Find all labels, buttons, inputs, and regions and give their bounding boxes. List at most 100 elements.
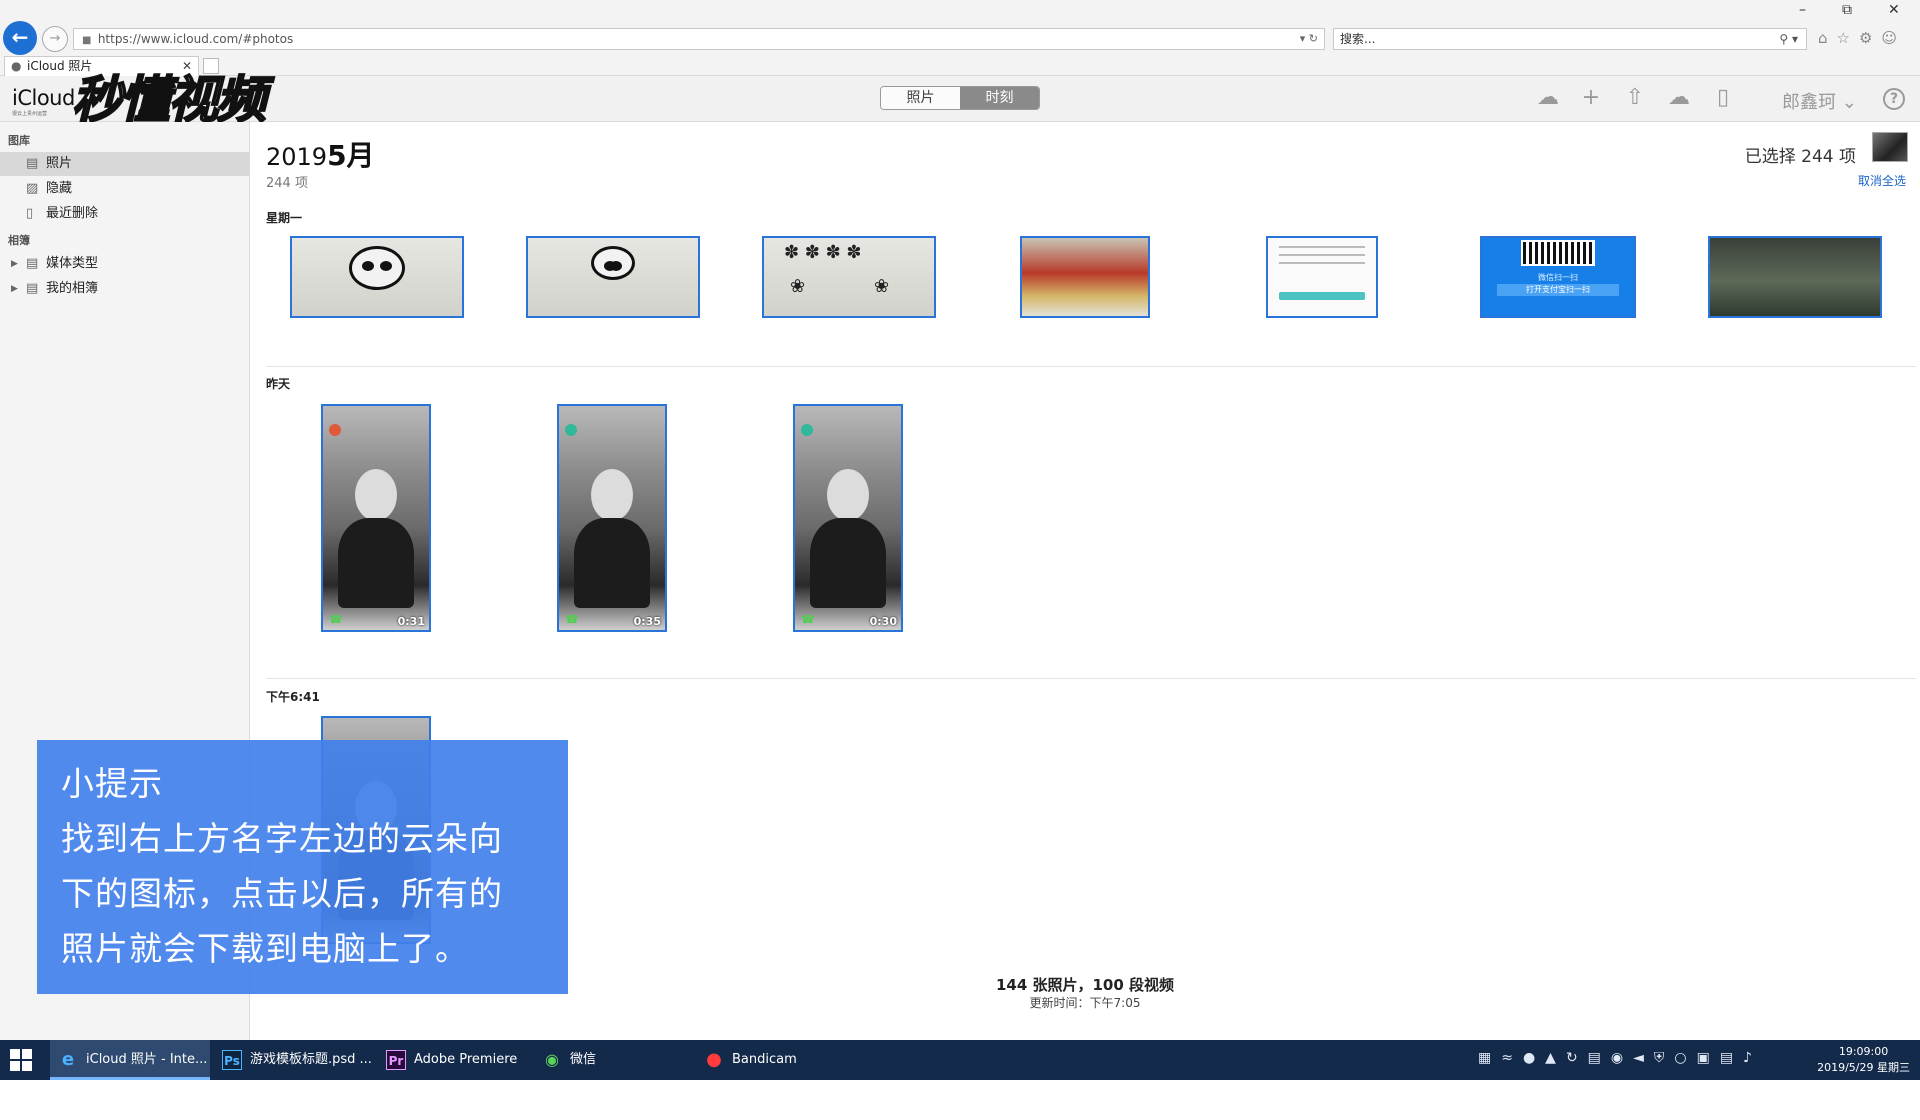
trash-icon[interactable]: ▯ xyxy=(1708,84,1738,114)
photo-thumbnail[interactable] xyxy=(1020,236,1150,318)
minimize-button[interactable]: – xyxy=(1799,2,1806,18)
photo-thumbnail[interactable] xyxy=(526,236,700,318)
updated-time: 更新时间：下午7:05 xyxy=(1029,996,1141,1010)
face-image xyxy=(355,468,397,521)
system-tray-icons[interactable]: ▦≈●▲↻▤◉◄⛨○▣▤♪ xyxy=(1478,1050,1762,1066)
body-image xyxy=(573,518,651,608)
sidebar-item-hidden[interactable]: ▨ 隐藏 xyxy=(0,177,249,201)
video-duration: 0:35 xyxy=(633,615,661,628)
face-image xyxy=(591,468,633,521)
tab-moments[interactable]: 时刻 xyxy=(960,87,1039,109)
photo-thumbnail[interactable] xyxy=(290,236,464,318)
photo-thumbnail[interactable] xyxy=(1266,236,1378,318)
system-clock[interactable]: 19:09:00 2019/5/29 星期三 xyxy=(1817,1044,1910,1076)
sidebar-item-media-types[interactable]: ▶ ▤ 媒体类型 xyxy=(0,252,249,276)
download-cloud-icon[interactable]: ☁ xyxy=(1664,84,1694,114)
panda-meme-image xyxy=(591,246,635,280)
tip-line: 找到右上方名字左边的云朵向 xyxy=(61,819,503,858)
text-line xyxy=(1278,254,1366,256)
share-icon[interactable]: ⇧ xyxy=(1620,84,1650,114)
section-divider xyxy=(266,366,1916,367)
wechat-icon: ◉ xyxy=(545,1050,559,1069)
taskbar-item-bandicam[interactable]: ● Bandicam xyxy=(696,1040,852,1080)
month-year: 2019 xyxy=(266,143,328,171)
trash-icon: ▯ xyxy=(26,206,34,221)
section-label-monday: 星期一 xyxy=(266,211,303,225)
taskbar-item-premiere[interactable]: Pr Adobe Premiere ... xyxy=(378,1040,530,1107)
windows-start-icon[interactable] xyxy=(10,1049,32,1071)
disclosure-triangle-icon[interactable]: ▶ xyxy=(11,277,18,301)
doc-button-image xyxy=(1278,292,1366,300)
address-bar[interactable]: ■ https://www.icloud.com/#photos ▾ ↻ xyxy=(73,28,1325,50)
sidebar-item-recently-deleted[interactable]: ▯ 最近删除 xyxy=(0,202,249,226)
ie-icon: e xyxy=(61,1049,75,1070)
taskbar-item-label: 微信 xyxy=(570,1052,597,1067)
tab-photos[interactable]: 照片 xyxy=(881,87,960,109)
sidebar-library-heading: 图库 xyxy=(8,134,30,147)
apple-icon: ● xyxy=(11,59,22,73)
search-icon[interactable]: ⚲ ▾ xyxy=(1779,29,1798,49)
page-title: 20195月 xyxy=(266,134,375,174)
section-label-time: 下午6:41 xyxy=(266,690,320,704)
app-badge-icon xyxy=(801,424,813,436)
app-badge-icon xyxy=(329,424,341,436)
sidebar-item-label: 我的相簿 xyxy=(46,281,99,296)
clock-date: 2019/5/29 星期三 xyxy=(1817,1061,1910,1074)
photo-thumbnail[interactable] xyxy=(1708,236,1882,318)
video-watermark: 秒懂视频 xyxy=(71,70,267,130)
photo-thumbnail[interactable]: ✽ ✽ ✽ ✽ ❀ ❀ xyxy=(762,236,936,318)
face-image xyxy=(827,468,869,521)
alipay-caption: 打开支付宝扫一扫 xyxy=(1497,284,1619,296)
video-duration: 0:31 xyxy=(397,615,425,628)
taskbar-item-photoshop[interactable]: Ps 游戏模板标题.psd ... xyxy=(214,1040,374,1080)
sidebar-item-label: 媒体类型 xyxy=(46,256,99,271)
text-line xyxy=(1278,246,1366,248)
add-icon[interactable]: + xyxy=(1576,84,1606,114)
taskbar-item-wechat[interactable]: ◉ 微信 xyxy=(534,1040,664,1080)
sidebar-item-my-albums[interactable]: ▶ ▤ 我的相簿 xyxy=(0,277,249,301)
photoshop-icon: Ps xyxy=(222,1050,242,1070)
clock-time: 19:09:00 xyxy=(1838,1045,1889,1058)
app-header: iCloud 很云上贵州运营 秒懂视频 照片 时刻 ☁ + ⇧ ☁ ▯ 郎鑫珂 … xyxy=(0,70,1920,130)
sidebar-albums-heading: 相簿 xyxy=(8,234,30,247)
sidebar-item-photos[interactable]: ▤ 照片 xyxy=(0,152,249,176)
search-placeholder: 搜索... xyxy=(1340,32,1376,46)
restore-button[interactable]: ⧉ xyxy=(1842,2,1852,18)
icloud-logo[interactable]: iCloud xyxy=(12,86,75,110)
user-name-menu[interactable]: 郎鑫珂 ⌄ xyxy=(1782,88,1857,114)
taskbar: e iCloud 照片 - Inte... Ps 游戏模板标题.psd ... … xyxy=(0,1040,1920,1107)
search-input[interactable]: 搜索... ⚲ ▾ xyxy=(1333,28,1807,50)
section-divider xyxy=(266,678,1916,679)
phone-icon: ☎ xyxy=(329,613,345,626)
record-icon: ● xyxy=(706,1049,722,1070)
phone-icon: ☎ xyxy=(565,613,581,626)
browser-toolbar-icons[interactable]: ⌂☆⚙☺ xyxy=(1818,29,1906,47)
refresh-icon[interactable]: ▾ ↻ xyxy=(1300,29,1318,49)
ink-drawing: ❀ xyxy=(874,276,890,297)
deselect-all-link[interactable]: 取消全选 xyxy=(1858,172,1906,189)
tip-line: 下的图标，点击以后，所有的 xyxy=(61,874,503,913)
video-thumbnail[interactable]: ☎ 0:31 xyxy=(321,404,431,632)
forward-button[interactable]: → xyxy=(42,26,68,52)
video-thumbnail[interactable]: ☎ 0:35 xyxy=(557,404,667,632)
selected-count: 已选择 244 项 xyxy=(1744,147,1856,167)
hidden-icon: ▨ xyxy=(26,181,39,196)
close-window-button[interactable]: ✕ xyxy=(1888,2,1900,18)
tip-overlay: 小提示 找到右上方名字左边的云朵向 下的图标，点击以后，所有的 照片就会下载到电… xyxy=(37,740,568,994)
upload-cloud-icon[interactable]: ☁ xyxy=(1533,84,1563,114)
help-icon[interactable]: ? xyxy=(1883,88,1905,110)
album-icon: ▤ xyxy=(26,281,39,296)
album-icon: ▤ xyxy=(26,256,39,271)
taskbar-item-ie[interactable]: e iCloud 照片 - Inte... xyxy=(50,1040,210,1080)
item-count: 244 项 xyxy=(266,176,308,191)
icloud-operator-text: 很云上贵州运营 xyxy=(12,111,48,117)
photo-thumbnail[interactable]: 微信扫一扫 打开支付宝扫一扫 xyxy=(1480,236,1636,318)
sidebar-item-label: 照片 xyxy=(46,156,73,171)
url-text: https://www.icloud.com/#photos xyxy=(97,32,294,46)
body-image xyxy=(337,518,415,608)
disclosure-triangle-icon[interactable]: ▶ xyxy=(11,252,18,276)
video-thumbnail[interactable]: ☎ 0:30 xyxy=(793,404,903,632)
phone-icon: ☎ xyxy=(801,613,817,626)
avatar[interactable] xyxy=(1872,132,1908,162)
back-button[interactable]: ← xyxy=(3,21,37,55)
